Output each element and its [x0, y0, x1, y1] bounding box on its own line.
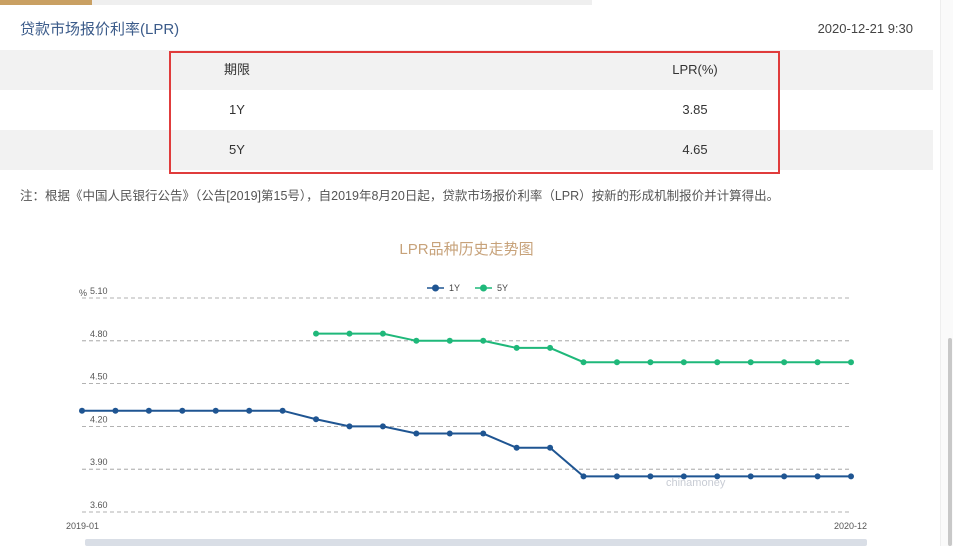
- data-point-1Y: [179, 407, 186, 414]
- data-point-1Y: [246, 407, 253, 414]
- term-cell: 5Y: [229, 142, 245, 157]
- data-point-1Y: [814, 473, 821, 480]
- rate-cell: 3.85: [682, 102, 708, 117]
- y-tick-label: 4.50: [90, 372, 108, 382]
- data-point-5Y: [781, 359, 788, 366]
- panel-header: 贷款市场报价利率(LPR) 2020-12-21 9:30: [0, 0, 933, 50]
- data-point-1Y: [480, 430, 487, 437]
- data-point-5Y: [379, 330, 386, 337]
- data-point-1Y: [212, 407, 219, 414]
- series-line-1Y: [82, 409, 851, 478]
- data-point-5Y: [647, 359, 654, 366]
- data-point-5Y: [848, 359, 854, 366]
- data-point-5Y: [613, 359, 620, 366]
- data-point-1Y: [647, 473, 654, 480]
- vertical-scrollbar-thumb[interactable]: [948, 338, 952, 546]
- data-point-1Y: [747, 473, 754, 480]
- data-point-5Y: [680, 359, 687, 366]
- rate-cell: 4.65: [682, 142, 708, 157]
- data-point-1Y: [848, 473, 854, 480]
- table-row: 5Y 4.65: [0, 130, 933, 170]
- x-tick-label: 2020-12: [834, 521, 867, 531]
- data-point-1Y: [313, 416, 320, 423]
- data-point-1Y: [547, 444, 554, 451]
- horizontal-scrollbar[interactable]: [85, 539, 867, 546]
- data-point-1Y: [145, 407, 152, 414]
- update-timestamp: 2020-12-21 9:30: [817, 21, 913, 36]
- page-title: 贷款市场报价利率(LPR): [20, 21, 180, 38]
- lpr-line-chart: 5.104.804.504.203.903.60%2019-01 2020-12c…: [66, 283, 867, 531]
- data-point-5Y: [714, 359, 721, 366]
- data-point-5Y: [580, 359, 587, 366]
- data-point-5Y: [446, 337, 453, 344]
- y-axis-unit: %: [79, 288, 87, 298]
- data-point-1Y: [714, 473, 721, 480]
- y-tick-label: 4.80: [90, 329, 108, 339]
- data-point-1Y: [580, 473, 587, 480]
- y-tick-label: 3.60: [90, 500, 108, 510]
- data-point-1Y: [513, 444, 520, 451]
- data-point-5Y: [480, 337, 487, 344]
- data-point-1Y: [379, 423, 386, 430]
- data-point-1Y: [781, 473, 788, 480]
- footnote: 注：根据《中国人民银行公告》（公告[2019]第15号），自2019年8月20日…: [20, 189, 780, 203]
- y-tick-label: 4.20: [90, 414, 108, 424]
- legend-label: 5Y: [497, 283, 508, 293]
- term-cell: 1Y: [229, 102, 245, 117]
- data-point-1Y: [112, 407, 119, 414]
- series-line-5Y: [316, 332, 851, 364]
- data-point-1Y: [346, 423, 353, 430]
- data-point-1Y: [279, 407, 286, 414]
- chart-title: LPR品种历史走势图: [399, 241, 534, 258]
- x-tick-label: 2019-01: [66, 521, 99, 531]
- data-point-1Y: [613, 473, 620, 480]
- table-header-row: 期限 LPR(%): [0, 50, 933, 90]
- data-point-5Y: [814, 359, 821, 366]
- column-header-rate: LPR(%): [672, 62, 718, 77]
- y-tick-label: 5.10: [90, 286, 108, 296]
- column-header-term: 期限: [223, 62, 250, 77]
- data-point-5Y: [313, 330, 320, 337]
- data-point-5Y: [346, 330, 353, 337]
- lpr-table: 期限 LPR(%) 1Y 3.85 5Y 4.65: [0, 50, 933, 170]
- data-point-1Y: [413, 430, 420, 437]
- legend-label: 1Y: [449, 283, 460, 293]
- data-point-5Y: [547, 344, 554, 351]
- data-point-5Y: [513, 344, 520, 351]
- table-row: 1Y 3.85: [0, 90, 933, 130]
- legend-marker: [480, 284, 487, 292]
- data-point-1Y: [446, 430, 453, 437]
- y-tick-label: 3.90: [90, 457, 108, 467]
- data-point-1Y: [680, 473, 687, 480]
- data-point-5Y: [413, 337, 420, 344]
- data-point-1Y: [79, 407, 85, 414]
- data-point-5Y: [747, 359, 754, 366]
- legend-marker: [432, 284, 439, 292]
